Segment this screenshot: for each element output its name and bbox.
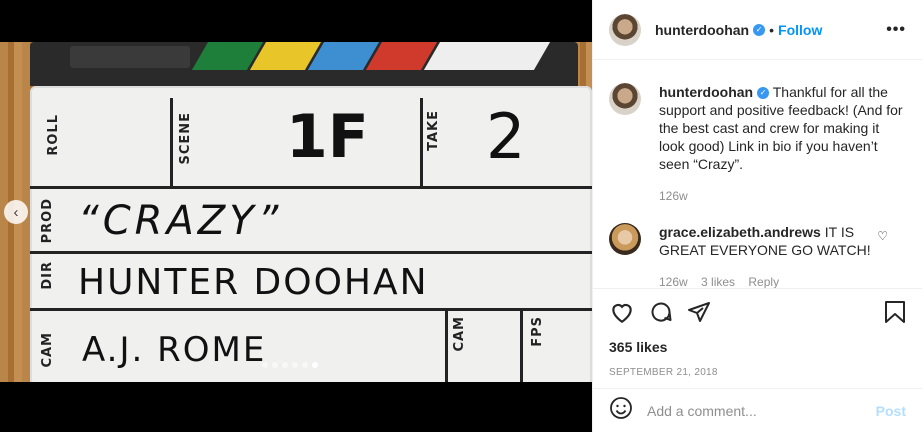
avatar[interactable] — [609, 13, 641, 46]
cam-label: CAM — [40, 332, 55, 368]
carousel-dot — [302, 362, 308, 368]
caption-username[interactable]: hunterdoohan — [659, 84, 753, 100]
post-media: ROLL SCENE 1F TAKE 2 PROD “CRAZY” DIR HU… — [0, 0, 592, 432]
like-count[interactable]: 365 likes — [609, 339, 906, 355]
comment-username[interactable]: grace.elizabeth.andrews — [659, 224, 821, 240]
dir-label: DIR — [40, 261, 55, 290]
header-username[interactable]: hunterdoohan — [655, 22, 749, 38]
comment-icon[interactable] — [649, 300, 673, 329]
caption-meta: 126w — [659, 187, 906, 205]
list-item: grace.elizabeth.andrews IT IS GREAT EVER… — [609, 223, 906, 288]
comment-meta: 126w 3 likes Reply — [659, 273, 878, 288]
take-label: TAKE — [426, 110, 441, 151]
share-icon[interactable] — [687, 300, 711, 329]
comment-input[interactable]: Add a comment... — [647, 403, 757, 419]
post-button[interactable]: Post — [876, 403, 906, 419]
carousel-dot-active — [312, 362, 318, 368]
comment-list: hunterdoohan ✓ Thankful for all the suppo… — [593, 61, 922, 288]
follow-button[interactable]: Follow — [778, 22, 822, 38]
post-header: hunterdoohan ✓ • Follow ••• — [593, 0, 922, 60]
more-icon[interactable]: ••• — [886, 21, 906, 39]
prod-label: PROD — [40, 198, 55, 244]
carousel-dot — [282, 362, 288, 368]
post-sidebar: hunterdoohan ✓ • Follow ••• hunterdoohan… — [592, 0, 922, 432]
roll-label: ROLL — [46, 114, 61, 156]
comment-time[interactable]: 126w — [659, 275, 688, 288]
dir-value: HUNTER DOOHAN — [78, 262, 429, 303]
verified-icon: ✓ — [753, 23, 766, 36]
reply-button[interactable]: Reply — [748, 275, 779, 288]
heart-icon[interactable]: ♡ — [877, 229, 888, 243]
verified-icon: ✓ — [757, 87, 770, 100]
cam2-label: CAM — [452, 316, 467, 352]
clapper-bar — [30, 42, 578, 86]
carousel-dot — [272, 362, 278, 368]
chevron-left-icon[interactable]: ‹ — [4, 200, 28, 224]
add-comment-bar: Add a comment... Post — [593, 388, 922, 432]
caption: hunterdoohan ✓ Thankful for all the suppo… — [609, 83, 906, 205]
take-value: 2 — [486, 100, 526, 173]
carousel-dot — [262, 362, 268, 368]
slate-board: ROLL SCENE 1F TAKE 2 PROD “CRAZY” DIR HU… — [30, 86, 592, 382]
post-photo: ROLL SCENE 1F TAKE 2 PROD “CRAZY” DIR HU… — [0, 42, 592, 382]
action-bar: 365 likes September 21, 2018 — [593, 288, 922, 378]
avatar[interactable] — [609, 223, 641, 255]
cam-value: A.J. ROME — [82, 330, 267, 370]
carousel-dot — [292, 362, 298, 368]
caption-time[interactable]: 126w — [659, 189, 688, 203]
emoji-icon[interactable] — [609, 396, 633, 425]
avatar[interactable] — [609, 83, 641, 115]
fps-label: FPS — [530, 316, 545, 347]
scene-value: 1F — [286, 102, 369, 172]
bookmark-icon[interactable] — [884, 300, 906, 329]
prod-value: “CRAZY” — [78, 198, 283, 244]
carousel-dots — [262, 362, 318, 368]
comment-likes[interactable]: 3 likes — [701, 275, 735, 288]
separator: • — [769, 21, 775, 38]
scene-label: SCENE — [178, 112, 193, 165]
post-date: September 21, 2018 — [609, 367, 718, 378]
heart-icon[interactable] — [609, 300, 635, 329]
